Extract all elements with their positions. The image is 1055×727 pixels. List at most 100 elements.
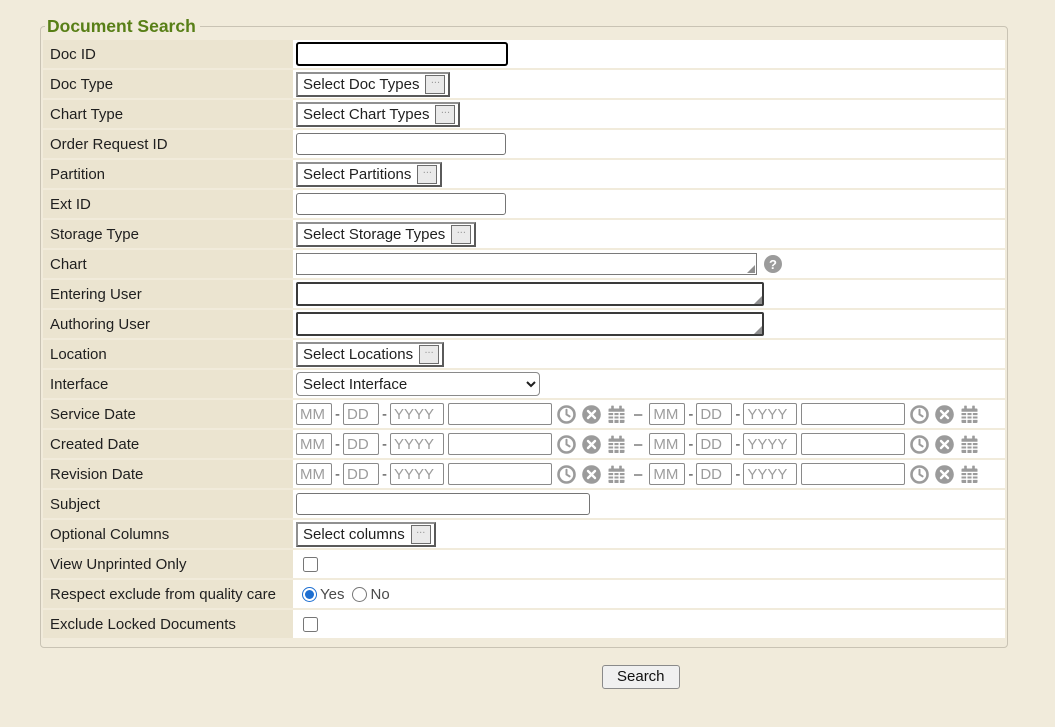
field-label-cell: Chart bbox=[43, 250, 293, 278]
field-control-cell bbox=[293, 130, 1005, 158]
search-form: Doc IDDoc TypeSelect Doc Types...Chart T… bbox=[43, 40, 1005, 638]
clock-icon[interactable] bbox=[556, 464, 577, 485]
service-date-end-time-input[interactable] bbox=[801, 403, 905, 425]
chart-textarea[interactable] bbox=[296, 253, 757, 275]
revision-date-start-month-input[interactable] bbox=[296, 463, 332, 485]
date-field-separator: - bbox=[688, 406, 693, 423]
field-label: Authoring User bbox=[50, 316, 150, 333]
form-row-location: LocationSelect Locations... bbox=[43, 340, 1005, 368]
clear-icon[interactable] bbox=[934, 434, 955, 455]
field-control-cell: Select Chart Types... bbox=[293, 100, 1005, 128]
calendar-icon[interactable] bbox=[606, 464, 627, 485]
date-field-separator: - bbox=[335, 466, 340, 483]
entering-user-textarea[interactable] bbox=[296, 282, 764, 306]
revision-date-end-day-input[interactable] bbox=[696, 463, 732, 485]
field-label: Chart bbox=[50, 256, 87, 273]
field-control-cell bbox=[293, 610, 1005, 638]
optional-columns-browse-button[interactable]: ... bbox=[411, 525, 431, 544]
storage-type-browse-button[interactable]: ... bbox=[451, 225, 471, 244]
help-icon[interactable]: ? bbox=[764, 255, 782, 273]
service-date-start-month-input[interactable] bbox=[296, 403, 332, 425]
created-date-end-day-input[interactable] bbox=[696, 433, 732, 455]
chart-type-picker[interactable]: Select Chart Types... bbox=[296, 102, 460, 127]
field-control-cell: Select Locations... bbox=[293, 340, 1005, 368]
field-label-cell: Service Date bbox=[43, 400, 293, 428]
date-field-separator: - bbox=[335, 406, 340, 423]
calendar-icon[interactable] bbox=[959, 434, 980, 455]
created-date-end-time-input[interactable] bbox=[801, 433, 905, 455]
respect-exclude-from-quality-care-option-no[interactable]: No bbox=[352, 586, 389, 603]
revision-date-start-year-input[interactable] bbox=[390, 463, 444, 485]
doc-type-picker[interactable]: Select Doc Types... bbox=[296, 72, 450, 97]
service-date-end-day-input[interactable] bbox=[696, 403, 732, 425]
clear-icon[interactable] bbox=[934, 464, 955, 485]
field-label-cell: Exclude Locked Documents bbox=[43, 610, 293, 638]
authoring-user-textarea[interactable] bbox=[296, 312, 764, 336]
optional-columns-picker[interactable]: Select columns... bbox=[296, 522, 436, 547]
service-date-start-day-input[interactable] bbox=[343, 403, 379, 425]
respect-exclude-from-quality-care-radio-group: Yes No bbox=[302, 586, 390, 603]
clear-icon[interactable] bbox=[934, 404, 955, 425]
clock-icon[interactable] bbox=[909, 464, 930, 485]
service-date-end-month-input[interactable] bbox=[649, 403, 685, 425]
interface-select[interactable]: Select Interface bbox=[296, 372, 540, 396]
calendar-icon[interactable] bbox=[959, 464, 980, 485]
calendar-icon[interactable] bbox=[606, 434, 627, 455]
view-unprinted-only-checkbox[interactable] bbox=[303, 557, 318, 572]
location-browse-button[interactable]: ... bbox=[419, 345, 439, 364]
doc-type-browse-button[interactable]: ... bbox=[425, 75, 445, 94]
created-date-start-year-input[interactable] bbox=[390, 433, 444, 455]
clock-icon[interactable] bbox=[909, 434, 930, 455]
search-button[interactable]: Search bbox=[602, 665, 680, 689]
field-label-cell: Doc Type bbox=[43, 70, 293, 98]
partition-picker[interactable]: Select Partitions... bbox=[296, 162, 442, 187]
date-field-separator: - bbox=[382, 466, 387, 483]
doc-id-input[interactable] bbox=[296, 42, 508, 66]
field-label-cell: Subject bbox=[43, 490, 293, 518]
chart-type-browse-button[interactable]: ... bbox=[435, 105, 455, 124]
calendar-icon[interactable] bbox=[959, 404, 980, 425]
respect-exclude-from-quality-care-radio-yes[interactable] bbox=[302, 587, 317, 602]
respect-exclude-from-quality-care-radio-no[interactable] bbox=[352, 587, 367, 602]
service-date-start-year-input[interactable] bbox=[390, 403, 444, 425]
created-date-end-year-input[interactable] bbox=[743, 433, 797, 455]
respect-exclude-from-quality-care-option-yes[interactable]: Yes bbox=[302, 586, 344, 603]
field-label-cell: Ext ID bbox=[43, 190, 293, 218]
service-date-start-time-input[interactable] bbox=[448, 403, 552, 425]
revision-date-end-year-input[interactable] bbox=[743, 463, 797, 485]
revision-date-start-day-input[interactable] bbox=[343, 463, 379, 485]
clear-icon[interactable] bbox=[581, 434, 602, 455]
form-row-ext-id: Ext ID bbox=[43, 190, 1005, 218]
field-label: Service Date bbox=[50, 406, 136, 423]
storage-type-picker[interactable]: Select Storage Types... bbox=[296, 222, 476, 247]
created-date-start-month-input[interactable] bbox=[296, 433, 332, 455]
partition-browse-button[interactable]: ... bbox=[417, 165, 437, 184]
form-row-service-date: Service Date--–-- bbox=[43, 400, 1005, 428]
subject-input[interactable] bbox=[296, 493, 590, 515]
field-label-cell: Respect exclude from quality care bbox=[43, 580, 293, 608]
created-date-start-time-input[interactable] bbox=[448, 433, 552, 455]
clear-icon[interactable] bbox=[581, 404, 602, 425]
field-label-cell: Location bbox=[43, 340, 293, 368]
clock-icon[interactable] bbox=[909, 404, 930, 425]
location-picker[interactable]: Select Locations... bbox=[296, 342, 444, 367]
order-request-id-input[interactable] bbox=[296, 133, 506, 155]
created-date-end-month-input[interactable] bbox=[649, 433, 685, 455]
clock-icon[interactable] bbox=[556, 434, 577, 455]
calendar-icon[interactable] bbox=[606, 404, 627, 425]
clear-icon[interactable] bbox=[581, 464, 602, 485]
revision-date-end-month-input[interactable] bbox=[649, 463, 685, 485]
field-control-cell bbox=[293, 550, 1005, 578]
service-date-end-year-input[interactable] bbox=[743, 403, 797, 425]
exclude-locked-documents-checkbox[interactable] bbox=[303, 617, 318, 632]
created-date-start-day-input[interactable] bbox=[343, 433, 379, 455]
field-label-cell: Storage Type bbox=[43, 220, 293, 248]
revision-date-start-time-input[interactable] bbox=[448, 463, 552, 485]
form-row-optional-columns: Optional ColumnsSelect columns... bbox=[43, 520, 1005, 548]
field-label-cell: Authoring User bbox=[43, 310, 293, 338]
clock-icon[interactable] bbox=[556, 404, 577, 425]
revision-date-end-time-input[interactable] bbox=[801, 463, 905, 485]
chart-textarea-wrap bbox=[296, 253, 757, 275]
date-range-separator: – bbox=[634, 406, 642, 423]
ext-id-input[interactable] bbox=[296, 193, 506, 215]
